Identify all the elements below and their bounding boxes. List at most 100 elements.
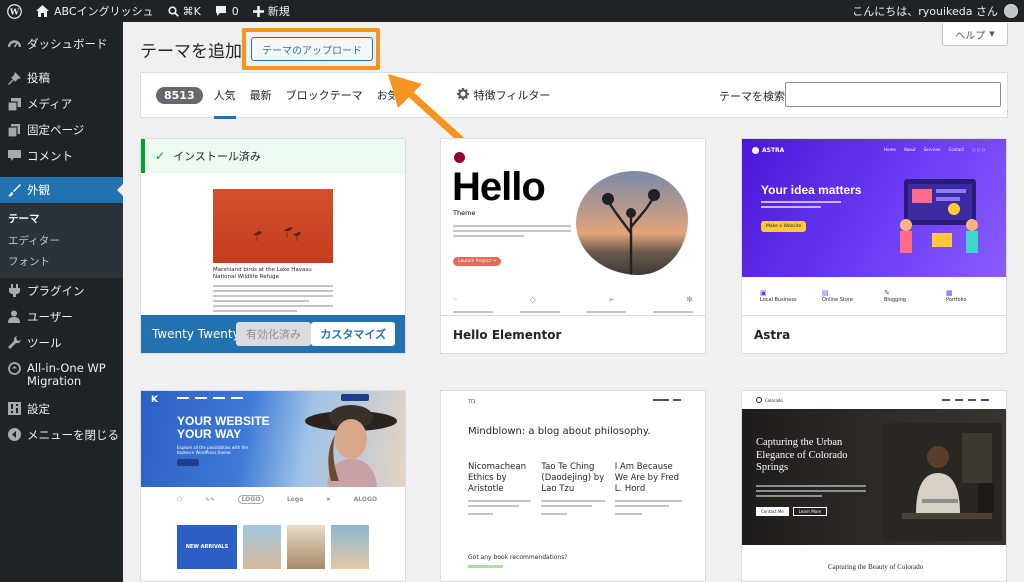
woman-photo <box>291 395 405 487</box>
sidebar-item-label: ユーザー <box>27 309 73 324</box>
theme-card-colorado[interactable]: Colorado Capturing the Urban Elegance of… <box>741 390 1007 582</box>
dashboard-icon <box>7 37 21 51</box>
tool-icon <box>7 336 21 350</box>
sidebar-item-media[interactable]: メディア <box>0 91 123 117</box>
sidebar-item-dashboard[interactable]: ダッシュボード <box>0 31 123 57</box>
feature-label: Local Business <box>760 297 797 303</box>
birds-photo <box>213 189 333 263</box>
theme-name: Hello Elementor <box>441 315 705 353</box>
help-label: ヘルプ <box>955 30 986 42</box>
migration-icon <box>7 362 21 376</box>
site-name-link[interactable]: ABCイングリッシュ <box>29 0 161 22</box>
store-icon: ▣ <box>760 289 767 297</box>
preview-button: Make a Website <box>761 221 807 232</box>
astra-nav: Home About Services Contact ○ ○ ○ <box>884 147 985 152</box>
theme-screenshot[interactable]: TT3 Mindblown: a blog about philosophy. … <box>441 391 705 581</box>
preview-nav <box>653 399 681 401</box>
astra-logo-icon <box>752 147 759 154</box>
activated-button: 有効化済み <box>236 322 311 346</box>
settings-icon <box>7 402 21 416</box>
theme-screenshot[interactable]: K YOUR WEBSITE YOUR WAY Explore all the … <box>141 391 405 581</box>
theme-card-kadence[interactable]: K YOUR WEBSITE YOUR WAY Explore all the … <box>140 390 406 582</box>
new-content-link[interactable]: 新規 <box>246 0 297 22</box>
tab-block-themes[interactable]: ブロックテーマ <box>286 72 363 118</box>
theme-card-astra[interactable]: ASTRA Home About Services Contact ○ ○ ○ … <box>741 138 1007 354</box>
command-palette-button[interactable]: ⌘K <box>161 0 208 22</box>
user-icon <box>7 310 21 324</box>
submenu-item-themes[interactable]: テーマ <box>0 207 123 229</box>
preview-button <box>177 459 199 466</box>
preview-post-list: Nicomachean Ethics by Aristotle Tao Te C… <box>468 462 683 515</box>
theme-card-twenty-twenty-three[interactable]: TT3 Mindblown: a blog about philosophy. … <box>440 390 706 582</box>
sidebar-item-migration[interactable]: All-in-One WP Migration <box>0 356 123 396</box>
sidebar-item-plugins[interactable]: プラグイン <box>0 278 123 304</box>
theme-card-hello-elementor[interactable]: Hello Theme Launch Project → ◦ ◇ ➢ ✻ Hello … <box>440 138 706 354</box>
preview-heading: Your idea matters <box>761 183 862 197</box>
sidebar-item-comments[interactable]: コメント <box>0 143 123 169</box>
preview-feature-lines <box>453 311 693 313</box>
comments-link[interactable]: 0 <box>208 0 246 22</box>
highlight-annotation <box>242 28 380 70</box>
product-photo <box>287 525 325 569</box>
feature-label: Online Store <box>822 297 853 303</box>
sidebar-item-label: 固定ページ <box>27 123 85 137</box>
desert-photo <box>576 171 688 275</box>
preview-button: Contact Me <box>756 507 789 516</box>
astra-logo-text: ASTRA <box>762 147 785 154</box>
preview-site-title: Colorado <box>756 397 783 403</box>
sidebar-item-settings[interactable]: 設定 <box>0 396 123 422</box>
page-title: テーマを追加 <box>140 42 242 62</box>
submenu-item-editor[interactable]: エディター <box>0 229 123 251</box>
theme-screenshot[interactable]: Colorado Capturing the Urban Elegance of… <box>742 391 1006 581</box>
sidebar-item-tools[interactable]: ツール <box>0 330 123 356</box>
cart-icon: ▤ <box>822 289 829 297</box>
elementor-logo-icon <box>454 152 465 163</box>
partner-logo: Logo <box>286 496 304 503</box>
tab-popular[interactable]: 人気 <box>213 72 236 119</box>
kadence-logos: ⬡ ∿∿ LOGO Logo ➤ ALOGO <box>177 495 377 504</box>
wordpress-logo-icon[interactable]: W <box>0 0 29 22</box>
preview-button: Learn More <box>792 507 828 516</box>
preview-buttons: Contact Me Learn More <box>756 507 828 516</box>
new-arrivals-label: NEW ARRIVALS <box>185 544 229 550</box>
sidebar-item-appearance[interactable]: 外観 <box>0 177 123 203</box>
page-icon <box>7 123 21 137</box>
new-arrivals-tile: NEW ARRIVALS <box>177 525 237 569</box>
theme-search-input[interactable] <box>785 82 1001 107</box>
preview-site-title: TT3 <box>468 399 476 404</box>
kadence-logo-icon: K <box>151 395 158 405</box>
nav-item: Services <box>923 147 941 152</box>
sidebar-item-users[interactable]: ユーザー <box>0 304 123 330</box>
astra-logo: ASTRA <box>752 147 784 154</box>
tab-latest[interactable]: 最新 <box>250 72 272 118</box>
sidebar-item-pages[interactable]: 固定ページ <box>0 117 123 143</box>
customize-button[interactable]: カスタマイズ <box>311 322 395 346</box>
feature-filter-label: 特徴フィルター <box>473 89 551 102</box>
theme-card-twenty-twenty-four[interactable]: Marshland birds at the Lake Havasu Natio… <box>140 138 406 354</box>
account-menu[interactable]: こんにちは、ryouikeda さん <box>852 3 1024 19</box>
search-label: テーマを検索 <box>719 90 785 103</box>
nav-item: About <box>903 147 916 152</box>
social-icons: ○ ○ ○ <box>972 147 986 152</box>
help-button[interactable]: ヘルプ ▼ <box>942 23 1008 46</box>
partner-logo: ALOGO <box>353 496 377 503</box>
preview-paragraph <box>213 285 333 312</box>
preview-paragraph <box>761 201 841 208</box>
theme-screenshot[interactable]: Hello Theme Launch Project → ◦ ◇ ➢ ✻ <box>441 139 705 316</box>
collapse-menu-button[interactable]: メニューを閉じる <box>0 422 123 448</box>
sidebar-item-label: コメント <box>27 149 73 163</box>
sidebar-item-label: All-in-One WP Migration <box>27 360 106 388</box>
preview-footer: Capturing the Beauty of Colorado <box>828 563 924 571</box>
edit-icon: ✎ <box>884 289 890 297</box>
comments-count: 0 <box>231 4 239 18</box>
colorado-hero: Capturing the Urban Elegance of Colorado… <box>742 409 1006 545</box>
man-with-laptop-photo <box>882 423 1002 541</box>
sidebar-item-posts[interactable]: 投稿 <box>0 65 123 91</box>
feature-label: Portfolio <box>946 297 967 303</box>
preview-footer: Got any book recommendations? <box>468 554 568 561</box>
preview-nav <box>942 399 989 401</box>
submenu-item-fonts[interactable]: フォント <box>0 250 123 272</box>
partner-logo: LOGO <box>237 495 265 504</box>
theme-screenshot[interactable]: ASTRA Home About Services Contact ○ ○ ○ … <box>742 139 1006 316</box>
astra-hero: ASTRA Home About Services Contact ○ ○ ○ … <box>742 139 1006 277</box>
